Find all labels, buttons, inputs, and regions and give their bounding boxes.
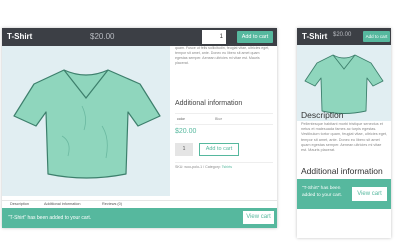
view-cart-button[interactable]: View cart xyxy=(242,210,275,225)
notice-message: “T-Shirt” has been added to your cart. xyxy=(8,215,92,221)
content-quantity-input[interactable]: 1 xyxy=(175,143,193,156)
description-text: Pellentesque habitant morbi tristique se… xyxy=(301,122,388,153)
content-add-to-cart-button[interactable]: Add to cart xyxy=(199,143,239,156)
quantity-input[interactable]: 1 xyxy=(202,30,226,44)
mobile-sticky-add-to-cart-bar: T-Shirt $20.00 Add to cart xyxy=(297,28,391,45)
mobile-product-price: $20.00 xyxy=(333,32,352,38)
sticky-add-to-cart-bar: T-Shirt $20.00 1 Add to cart xyxy=(2,28,277,46)
attribute-row: color Blue xyxy=(175,113,273,125)
product-summary-text: quam. Fusce ut felis sollicitudin, feugi… xyxy=(175,46,270,65)
product-sku: SKU: woo-polo-1 / Category: xyxy=(175,165,221,169)
mobile-view-cart-button[interactable]: View cart xyxy=(351,186,388,202)
product-image xyxy=(2,46,170,196)
product-title: T-Shirt xyxy=(7,32,33,41)
add-to-cart-button[interactable]: Add to cart xyxy=(237,31,273,43)
tab-additional-information[interactable]: Additional information xyxy=(44,202,81,206)
additional-information-heading: Additional information xyxy=(175,100,243,107)
mobile-added-to-cart-notice: “T-Shirt” has been added to your cart. V… xyxy=(297,179,391,209)
product-meta: SKU: woo-polo-1 / Category: Tshirts xyxy=(175,162,273,169)
tab-reviews[interactable]: Reviews (0) xyxy=(102,202,122,206)
mobile-additional-information-heading: Additional information xyxy=(301,166,383,176)
tab-description[interactable]: Description xyxy=(10,202,29,206)
mobile-product-page: T-Shirt $20.00 Add to cart Description P… xyxy=(297,28,391,238)
category-link[interactable]: Tshirts xyxy=(222,165,232,169)
description-heading: Description xyxy=(301,110,344,120)
mobile-add-to-cart-button[interactable]: Add to cart xyxy=(363,31,390,42)
mobile-product-title: T-Shirt xyxy=(302,32,328,41)
product-price: $20.00 xyxy=(90,32,115,41)
attribute-value: Blue xyxy=(215,117,223,121)
added-to-cart-notice: “T-Shirt” has been added to your cart. V… xyxy=(2,208,277,228)
tshirt-image xyxy=(13,69,161,179)
attribute-label: color xyxy=(177,117,185,121)
mobile-notice-message: “T-Shirt” has been added to your cart. xyxy=(302,186,342,198)
content-price: $20.00 xyxy=(175,128,197,135)
desktop-product-page: T-Shirt $20.00 1 Add to cart quam. Fusce… xyxy=(2,28,277,228)
